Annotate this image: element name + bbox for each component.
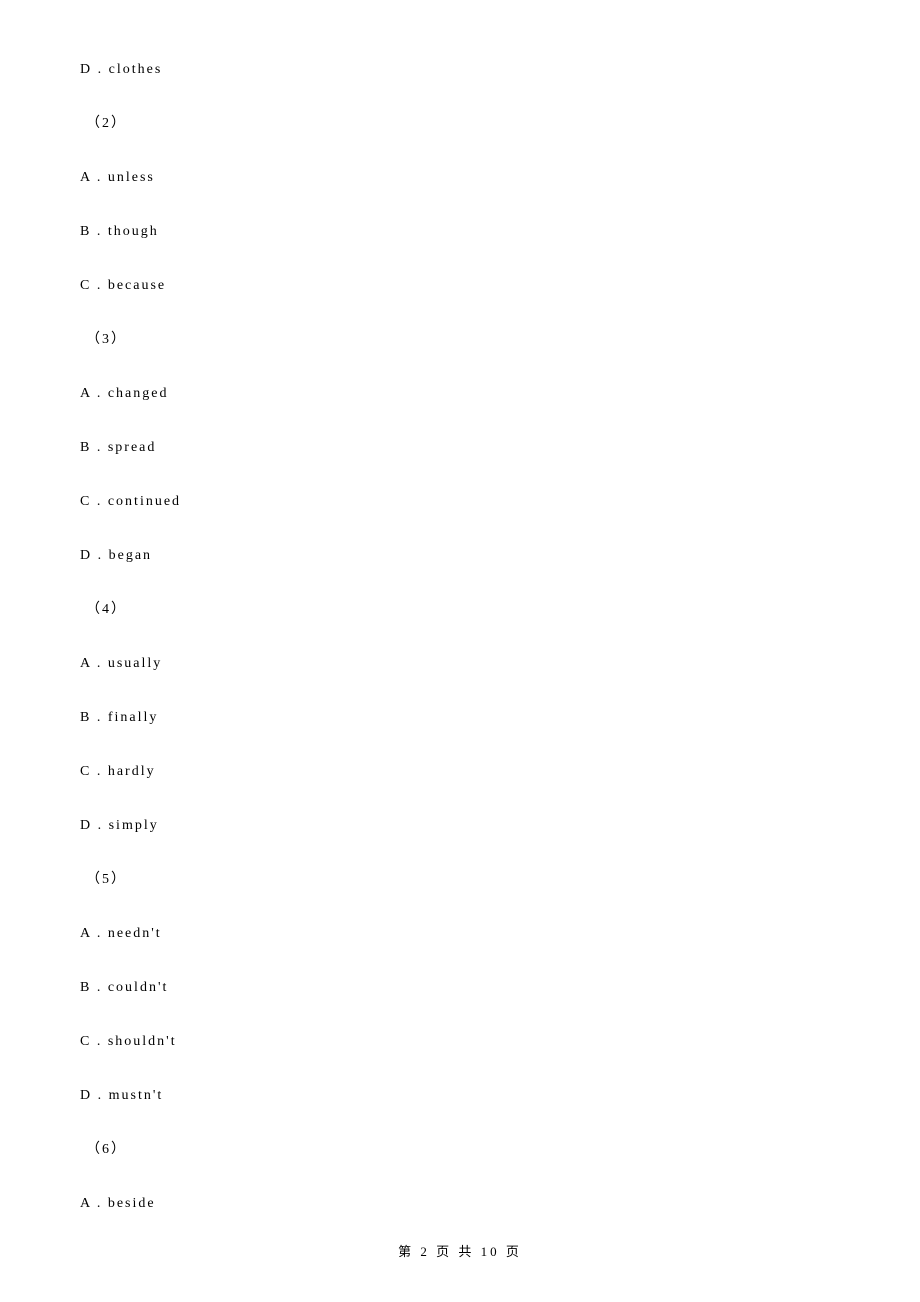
text-line: （5）: [80, 872, 840, 887]
text-line: C . hardly: [80, 764, 840, 779]
text-line: C . continued: [80, 494, 840, 509]
text-line: A . unless: [80, 170, 840, 185]
text-line: A . needn't: [80, 926, 840, 941]
text-line: B . spread: [80, 440, 840, 455]
text-line: （6）: [80, 1142, 840, 1157]
text-line: D . began: [80, 548, 840, 563]
text-line: C . because: [80, 278, 840, 293]
text-line: D . simply: [80, 818, 840, 833]
text-line: B . finally: [80, 710, 840, 725]
text-line: B . couldn't: [80, 980, 840, 995]
text-line: B . though: [80, 224, 840, 239]
text-line: A . usually: [80, 656, 840, 671]
page-body: D . clothes （2） A . unless B . though C . be…: [0, 0, 920, 1302]
text-line: D . clothes: [80, 62, 840, 77]
content-block: D . clothes （2） A . unless B . though C . be…: [80, 62, 840, 1211]
text-line: A . changed: [80, 386, 840, 401]
text-line: C . shouldn't: [80, 1034, 840, 1049]
text-line: D . mustn't: [80, 1088, 840, 1103]
page-footer: 第 2 页 共 10 页: [0, 1241, 920, 1260]
text-line: （3）: [80, 332, 840, 347]
text-line: （2）: [80, 116, 840, 131]
text-line: （4）: [80, 602, 840, 617]
text-line: A . beside: [80, 1196, 840, 1211]
